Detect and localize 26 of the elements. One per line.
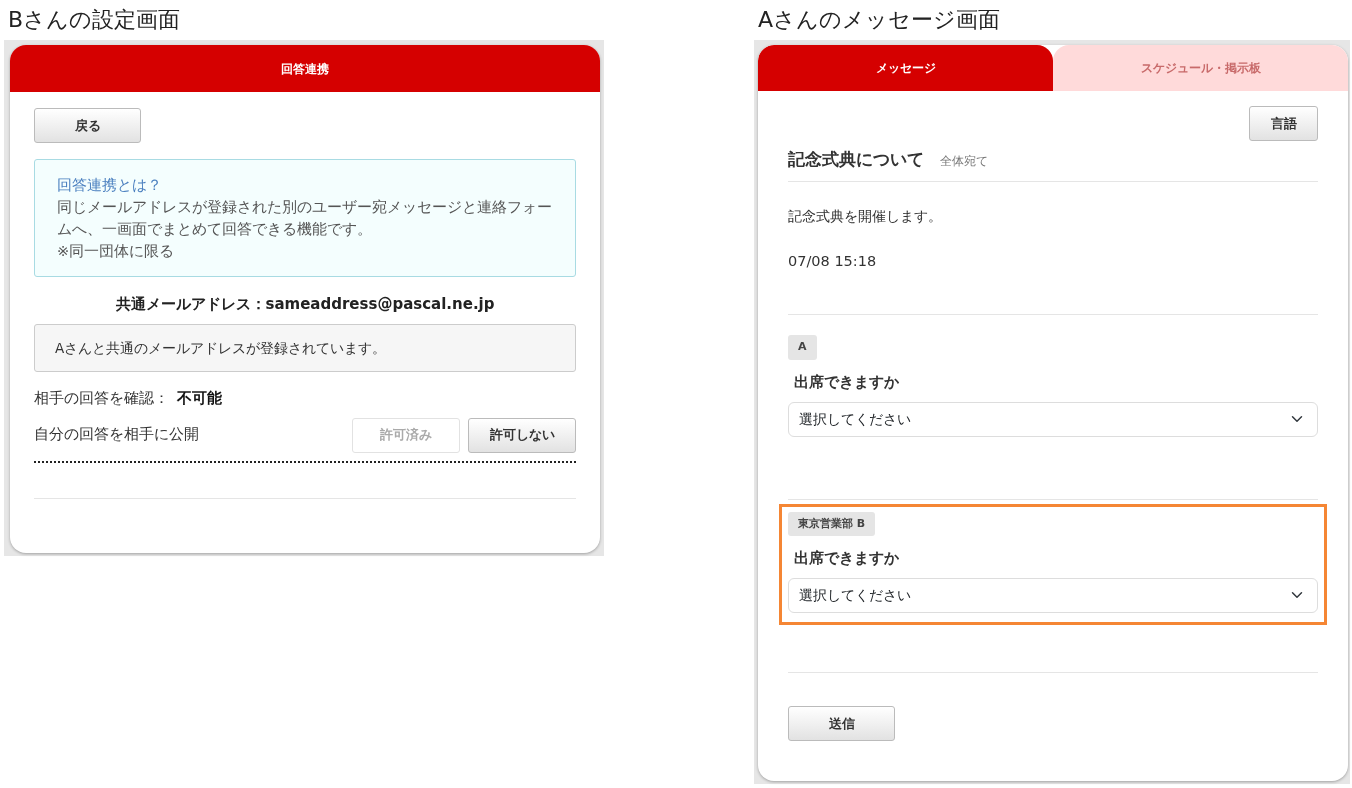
header-bar: 回答連携 (10, 45, 600, 92)
answer-select[interactable]: 選択してください (788, 401, 1318, 437)
question-label: 出席できますか (794, 372, 900, 392)
recipient-tag: 東京営業部 B (788, 511, 876, 536)
info-text: 同じメールアドレスが登録された別のユーザー宛メッセージと連絡フォームへ、一画面でまとめて回答できる機能です。 (57, 198, 553, 239)
language-button[interactable]: 言語 (1249, 106, 1318, 141)
submit-button[interactable]: 送信 (788, 705, 895, 741)
confirm-value: 不可能 (177, 388, 222, 408)
tab[interactable]: メッセージ (758, 45, 1053, 91)
permission-button[interactable]: 許可しない (468, 417, 576, 453)
question-label: 出席できますか (794, 549, 900, 568)
notice-box: Aさんと共通のメールアドレスが登録されています。 (34, 323, 576, 372)
answer-select[interactable]: 選択してください (788, 577, 1318, 613)
screen-caption: Aさんのメッセージ画面 (757, 6, 1002, 34)
recipient-label: 全体宛て (940, 153, 988, 170)
back-button[interactable]: 戻る (34, 108, 141, 143)
common-address: 共通メールアドレス：sameaddress@pascal.ne.jp (114, 294, 496, 315)
info-title: 回答連携とは？ (57, 176, 163, 195)
message-body: 記念式典を開催します。 (788, 206, 943, 226)
message-datetime: 07/08 15:18 (788, 251, 878, 271)
confirm-label: 相手の回答を確認： (34, 388, 169, 408)
publish-label: 自分の回答を相手に公開 (34, 425, 200, 445)
info-note: ※同一団体に限る (57, 242, 176, 261)
recipient-tag: A (788, 335, 817, 360)
screen-caption: Bさんの設定画面 (7, 6, 182, 34)
message-title: 記念式典について (788, 148, 924, 171)
